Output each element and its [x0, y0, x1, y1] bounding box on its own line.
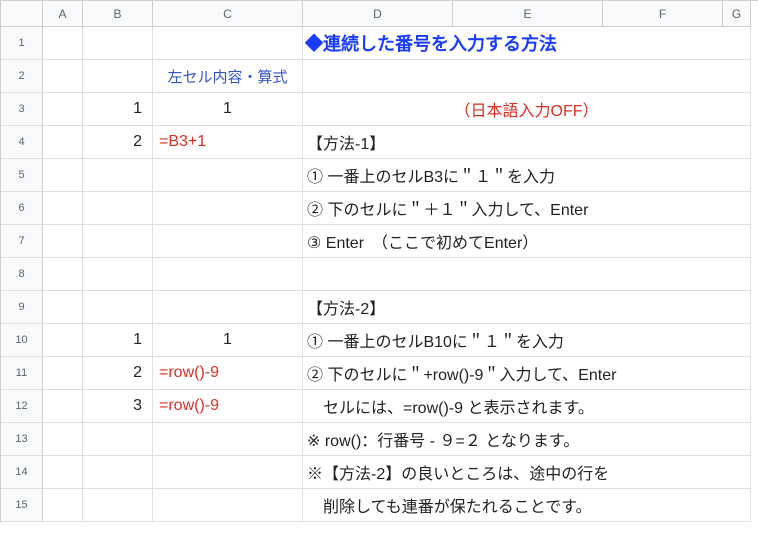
cell-c7[interactable] — [153, 225, 303, 258]
cell-a2[interactable] — [43, 60, 83, 93]
row-header-5[interactable]: 5 — [1, 159, 43, 192]
cell-a8[interactable] — [43, 258, 83, 291]
col-header-a[interactable]: A — [43, 1, 83, 27]
cell-b6[interactable] — [83, 192, 153, 225]
cell-d11[interactable]: ② 下のセルに＂+row()-9＂入力して、Enter — [303, 357, 751, 390]
row-header-8[interactable]: 8 — [1, 258, 43, 291]
cell-c3[interactable]: 1 — [153, 93, 303, 126]
cell-c11[interactable]: =row()-9 — [153, 357, 303, 390]
row-header-6[interactable]: 6 — [1, 192, 43, 225]
row-header-14[interactable]: 14 — [1, 456, 43, 489]
cell-b5[interactable] — [83, 159, 153, 192]
cell-c15[interactable] — [153, 489, 303, 522]
row-header-10[interactable]: 10 — [1, 324, 43, 357]
cell-c13[interactable] — [153, 423, 303, 456]
row-header-15[interactable]: 15 — [1, 489, 43, 522]
col-header-e[interactable]: E — [453, 1, 603, 26]
cell-a6[interactable] — [43, 192, 83, 225]
cell-b8[interactable] — [83, 258, 153, 291]
col-header-d[interactable]: D — [303, 1, 453, 26]
cell-a12[interactable] — [43, 390, 83, 423]
cell-d8[interactable] — [303, 258, 751, 291]
select-all-corner[interactable] — [1, 1, 43, 27]
row-header-12[interactable]: 12 — [1, 390, 43, 423]
cell-a9[interactable] — [43, 291, 83, 324]
cell-b3[interactable]: 1 — [83, 93, 153, 126]
cell-c10[interactable]: 1 — [153, 324, 303, 357]
cell-b11[interactable]: 2 — [83, 357, 153, 390]
col-header-g[interactable]: G — [723, 1, 750, 26]
col-header-c[interactable]: C — [153, 1, 303, 27]
row-header-7[interactable]: 7 — [1, 225, 43, 258]
cell-d12[interactable]: セルには、=row()-9 と表示されます。 — [303, 390, 751, 423]
cell-c6[interactable] — [153, 192, 303, 225]
row-header-11[interactable]: 11 — [1, 357, 43, 390]
cell-b2[interactable] — [83, 60, 153, 93]
cell-b13[interactable] — [83, 423, 153, 456]
cell-c2[interactable]: 左セル内容・算式 — [153, 60, 303, 93]
cell-c5[interactable] — [153, 159, 303, 192]
cell-d6[interactable]: ② 下のセルに＂＋１＂入力して、Enter — [303, 192, 751, 225]
cell-b1[interactable] — [83, 27, 153, 60]
cell-b4[interactable]: 2 — [83, 126, 153, 159]
cell-c8[interactable] — [153, 258, 303, 291]
cell-b12[interactable]: 3 — [83, 390, 153, 423]
cell-c4[interactable]: =B3+1 — [153, 126, 303, 159]
cell-a10[interactable] — [43, 324, 83, 357]
cell-a11[interactable] — [43, 357, 83, 390]
row-header-2[interactable]: 2 — [1, 60, 43, 93]
col-header-f[interactable]: F — [603, 1, 723, 26]
cell-d10[interactable]: ① 一番上のセルB10に＂１＂を入力 — [303, 324, 751, 357]
cell-a15[interactable] — [43, 489, 83, 522]
cell-d5[interactable]: ① 一番上のセルB3に＂１＂を入力 — [303, 159, 751, 192]
cell-d13[interactable]: ※ row()：行番号 - ９=２ となります。 — [303, 423, 751, 456]
row-header-4[interactable]: 4 — [1, 126, 43, 159]
cell-b15[interactable] — [83, 489, 153, 522]
col-header-b[interactable]: B — [83, 1, 153, 27]
cell-c9[interactable] — [153, 291, 303, 324]
cell-c14[interactable] — [153, 456, 303, 489]
row-header-1[interactable]: 1 — [1, 27, 43, 60]
row-header-13[interactable]: 13 — [1, 423, 43, 456]
cell-b9[interactable] — [83, 291, 153, 324]
cell-d14[interactable]: ※【方法-2】の良いところは、途中の行を — [303, 456, 751, 489]
cell-a14[interactable] — [43, 456, 83, 489]
cell-a13[interactable] — [43, 423, 83, 456]
cell-d15[interactable]: 削除しても連番が保たれることです。 — [303, 489, 751, 522]
spreadsheet-grid[interactable]: A B C D E F G 1 ◆連続した番号を入力する方法 2 左セル内容・算… — [0, 0, 758, 522]
cell-d7[interactable]: ③ Enter （ここで初めてEnter） — [303, 225, 751, 258]
cell-b7[interactable] — [83, 225, 153, 258]
cell-d3[interactable]: （日本語入力OFF） — [303, 93, 751, 126]
row-header-3[interactable]: 3 — [1, 93, 43, 126]
cell-c1[interactable] — [153, 27, 303, 60]
cell-a4[interactable] — [43, 126, 83, 159]
col-headers-defg[interactable]: D E F G — [303, 1, 751, 27]
cell-d4[interactable]: 【方法-1】 — [303, 126, 751, 159]
cell-d2[interactable] — [303, 60, 751, 93]
cell-c12[interactable]: =row()-9 — [153, 390, 303, 423]
cell-d1-title[interactable]: ◆連続した番号を入力する方法 — [303, 27, 751, 60]
cell-a3[interactable] — [43, 93, 83, 126]
cell-d9[interactable]: 【方法-2】 — [303, 291, 751, 324]
cell-b10[interactable]: 1 — [83, 324, 153, 357]
cell-b14[interactable] — [83, 456, 153, 489]
cell-a1[interactable] — [43, 27, 83, 60]
cell-a7[interactable] — [43, 225, 83, 258]
cell-a5[interactable] — [43, 159, 83, 192]
row-header-9[interactable]: 9 — [1, 291, 43, 324]
